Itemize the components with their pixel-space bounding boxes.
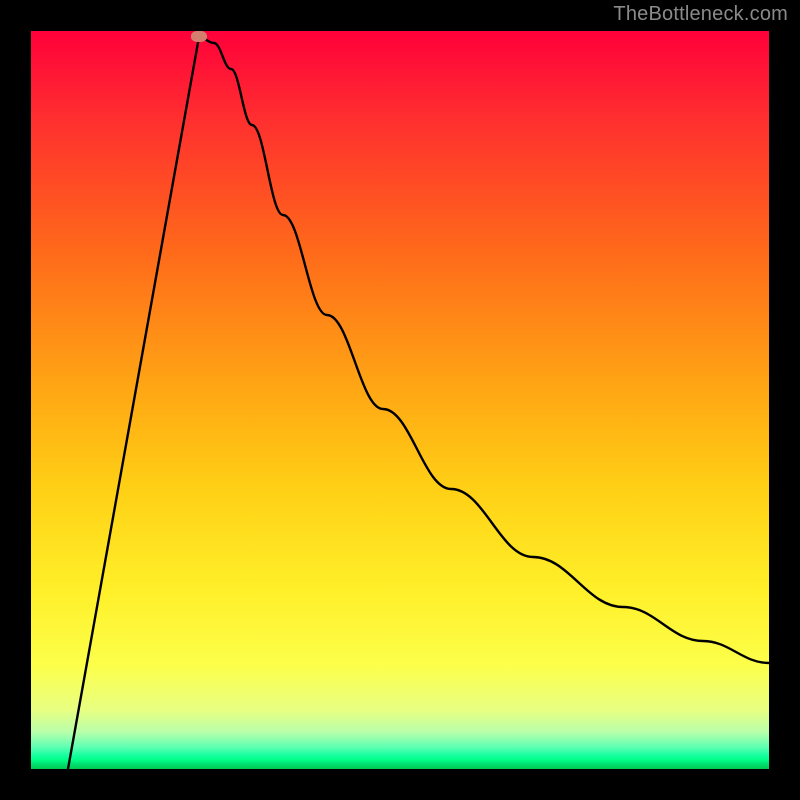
bottleneck-curve [68,37,769,769]
watermark-text: TheBottleneck.com [613,3,788,26]
curve-layer [31,31,769,769]
chart-frame: TheBottleneck.com [0,0,800,800]
minimum-marker [191,31,207,42]
plot-area [31,31,769,769]
